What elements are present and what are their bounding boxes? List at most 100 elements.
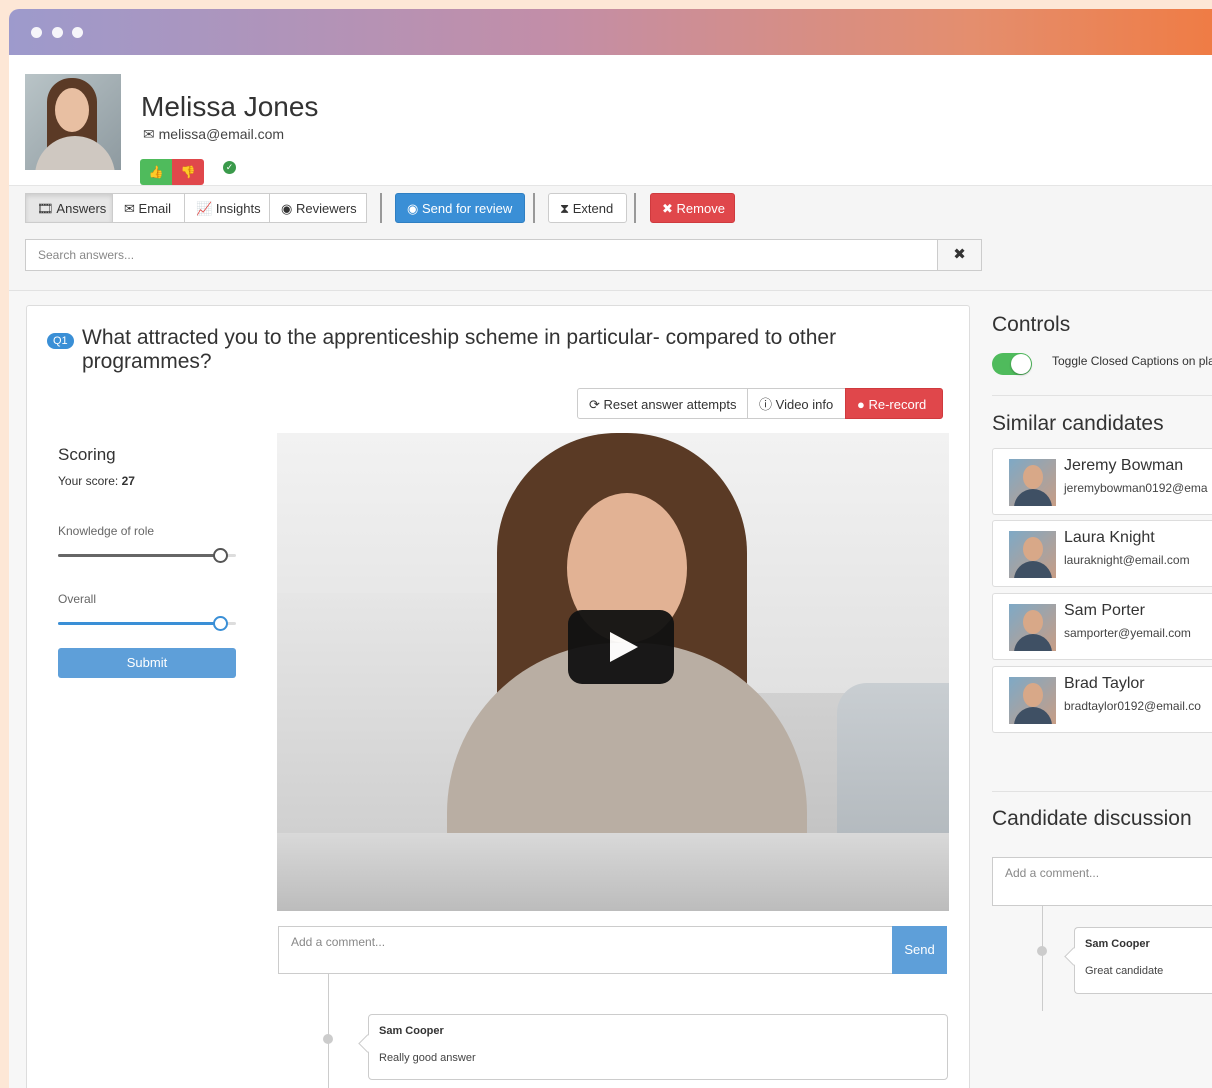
extend-button[interactable]: ⧗ Extend <box>548 193 627 223</box>
avatar <box>1009 531 1056 578</box>
score-value: 27 <box>121 474 135 488</box>
section-divider <box>992 791 1212 792</box>
slider-fill <box>58 554 220 557</box>
check-circle-icon: ✓ <box>223 161 236 174</box>
user-circle-icon: ◉ <box>407 201 419 216</box>
similar-candidate-email: samporter@yemail.com <box>1064 626 1191 640</box>
window-close-dot[interactable] <box>31 27 42 38</box>
envelope-icon: ✉ <box>143 126 155 142</box>
tab-answers[interactable]: 🎞 Answers <box>25 193 113 223</box>
window-minimize-dot[interactable] <box>52 27 63 38</box>
info-icon: ⓘ <box>759 397 773 412</box>
thread-dot <box>1037 946 1047 956</box>
similar-candidate-card[interactable]: Jeremy Bowman jeremybowman0192@ema <box>992 448 1212 515</box>
toggle-knob <box>1011 354 1031 374</box>
send-for-review-button[interactable]: ◉ Send for review <box>395 193 525 223</box>
remove-button[interactable]: ✖ Remove <box>650 193 735 223</box>
candidate-discussion-title: Candidate discussion <box>992 807 1192 830</box>
reset-attempts-button[interactable]: ⟳ Reset answer attempts <box>577 388 748 419</box>
slider-label-overall: Overall <box>58 592 97 606</box>
user-circle-icon: ◉ <box>281 201 293 216</box>
search-input[interactable]: Search answers... <box>25 239 938 271</box>
slider-handle[interactable] <box>212 548 228 563</box>
rerecord-label: Re-record <box>868 397 927 412</box>
search-clear-button[interactable]: ✖ <box>937 239 982 271</box>
thumbs-down-icon: 👎 <box>180 165 196 179</box>
comment-thread-line <box>328 974 329 1088</box>
comment-text: Really good answer <box>379 1052 476 1064</box>
closed-captions-label: Toggle Closed Captions on pla <box>1052 354 1212 368</box>
thumbs-down-button[interactable]: 👎 <box>172 159 204 185</box>
tab-reviewers[interactable]: ◉ Reviewers <box>269 193 367 223</box>
toolbar-divider <box>634 193 636 223</box>
tab-reviewers-label: Reviewers <box>295 201 357 216</box>
window-maximize-dot[interactable] <box>72 27 83 38</box>
slider-handle[interactable] <box>212 616 228 631</box>
video-info-button[interactable]: ⓘ Video info <box>747 388 846 419</box>
candidate-avatar <box>25 74 121 170</box>
tab-answers-label: Answers <box>56 201 107 216</box>
app-window: Melissa Jones ✉ melissa@email.com 👍 👎 ✓ … <box>9 9 1212 1088</box>
thumbs-up-icon: 👍 <box>148 165 164 179</box>
close-icon: ✖ <box>953 246 966 263</box>
score-label: Your score: <box>58 474 122 488</box>
scoring-title: Scoring <box>58 445 116 464</box>
closed-captions-toggle[interactable] <box>992 353 1032 375</box>
section-divider <box>992 395 1212 396</box>
film-icon: 🎞 <box>37 201 54 216</box>
similar-candidate-email: lauraknight@email.com <box>1064 553 1190 567</box>
answer-comment-input[interactable]: Add a comment... <box>278 926 892 974</box>
tab-email-label: Email <box>138 201 172 216</box>
similar-candidate-name: Jeremy Bowman <box>1064 457 1184 474</box>
similar-candidate-email: jeremybowman0192@ema <box>1064 481 1208 495</box>
avatar <box>1009 677 1056 724</box>
vote-buttons: 👍 👎 <box>140 159 204 185</box>
answer-video-player[interactable] <box>277 433 949 911</box>
record-icon: ● <box>857 397 865 412</box>
answer-panel: Q1 What attracted you to the apprentices… <box>26 305 970 1088</box>
send-comment-button[interactable]: Send <box>892 926 947 974</box>
avatar <box>1009 604 1056 651</box>
rerecord-button[interactable]: ● Re-record <box>845 388 943 419</box>
similar-candidates-title: Similar candidates <box>992 412 1164 435</box>
envelope-icon: ✉ <box>124 201 135 216</box>
similar-candidate-card[interactable]: Sam Porter samporter@yemail.com <box>992 593 1212 660</box>
reset-attempts-label: Reset answer attempts <box>603 397 737 412</box>
similar-candidate-name: Laura Knight <box>1064 529 1155 546</box>
tab-insights-label: Insights <box>215 201 261 216</box>
thread-dot <box>323 1034 333 1044</box>
candidate-email: ✉ melissa@email.com <box>143 126 284 143</box>
discussion-comment-input[interactable]: Add a comment... <box>992 857 1212 906</box>
comment-bubble: Sam Cooper Really good answer <box>368 1014 948 1080</box>
score-text: Your score: 27 <box>58 474 135 488</box>
candidate-name: Melissa Jones <box>141 91 319 122</box>
refresh-icon: ⟳ <box>589 397 600 412</box>
slider-label-knowledge: Knowledge of role <box>58 524 155 538</box>
send-for-review-label: Send for review <box>421 201 513 216</box>
window-titlebar <box>9 9 1212 55</box>
candidate-email-text: melissa@email.com <box>158 126 285 142</box>
knowledge-slider[interactable] <box>58 548 236 563</box>
slider-fill <box>58 622 220 625</box>
video-info-label: Video info <box>775 397 834 412</box>
toolbar-divider <box>380 193 382 223</box>
thumbs-up-button[interactable]: 👍 <box>140 159 172 185</box>
close-icon: ✖ <box>662 201 673 216</box>
avatar <box>1009 459 1056 506</box>
overall-slider[interactable] <box>58 616 236 631</box>
similar-candidate-email: bradtaylor0192@email.co <box>1064 699 1201 713</box>
remove-label: Remove <box>676 201 725 216</box>
tab-email[interactable]: ✉ Email <box>112 193 185 223</box>
chart-icon: 📈 <box>196 201 213 216</box>
candidate-header: Melissa Jones ✉ melissa@email.com 👍 👎 ✓ <box>9 55 1212 186</box>
tab-insights[interactable]: 📈 Insights <box>184 193 270 223</box>
comment-author: Sam Cooper <box>379 1025 444 1037</box>
play-icon[interactable] <box>568 610 674 684</box>
discussion-thread-line <box>1042 906 1043 1011</box>
similar-candidate-card[interactable]: Brad Taylor bradtaylor0192@email.co <box>992 666 1212 733</box>
similar-candidate-card[interactable]: Laura Knight lauraknight@email.com <box>992 520 1212 587</box>
controls-title: Controls <box>992 313 1071 336</box>
hourglass-icon: ⧗ <box>560 201 570 216</box>
submit-score-button[interactable]: Submit <box>58 648 236 678</box>
similar-candidate-name: Brad Taylor <box>1064 675 1145 692</box>
